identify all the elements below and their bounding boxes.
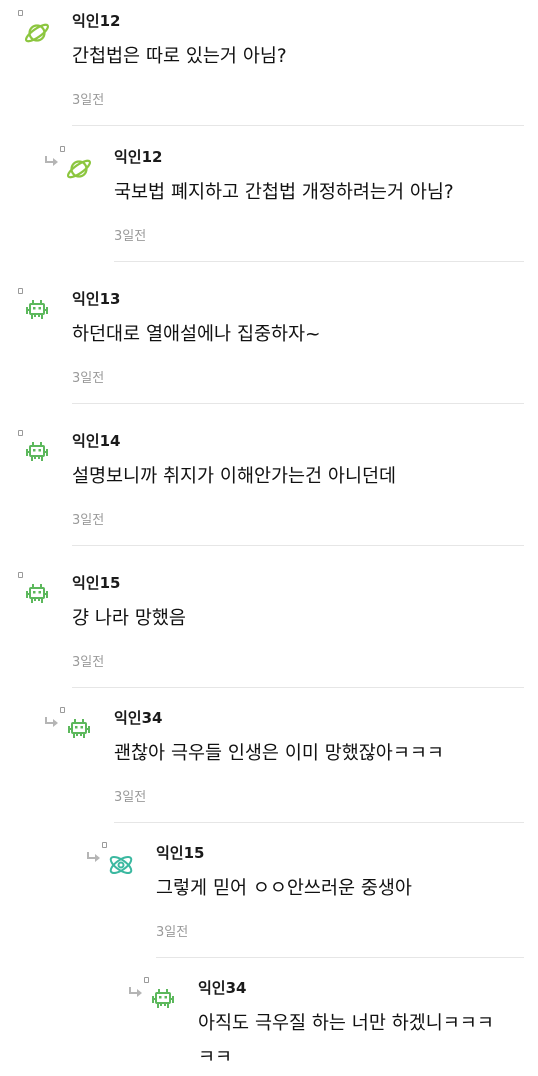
profile-dot-icon: [144, 977, 149, 983]
comment-text-continued: ㅋㅋ: [198, 1047, 233, 1068]
profile-dot-icon: [18, 288, 23, 294]
comment-author[interactable]: 익인15: [156, 842, 204, 863]
reply-arrow-icon: [44, 713, 60, 727]
comment: 익인15 걍 나라 망했음 3일전: [0, 572, 538, 708]
comment-divider: [72, 545, 524, 546]
comment-text: 국보법 폐지하고 간첩법 개정하려는거 아님?: [114, 182, 454, 203]
comment-author[interactable]: 익인12: [72, 10, 120, 31]
comment-author[interactable]: 익인34: [198, 977, 246, 998]
comment-author[interactable]: 익인14: [72, 430, 120, 451]
reply-comment: 익인12 국보법 폐지하고 간첩법 개정하려는거 아님? 3일전: [0, 146, 538, 282]
comment: 익인13 하던대로 열애설에나 집중하자~ 3일전: [0, 288, 538, 424]
comment-thread: 익인12 간첩법은 따로 있는거 아님? 3일전 익인12 국보법 폐지하고 간첩법 개…: [0, 0, 538, 1076]
comment-text: 하던대로 열애설에나 집중하자~: [72, 324, 321, 345]
comment-divider: [114, 822, 524, 823]
comment: 익인14 설명보니까 취지가 이해안가는건 아니던데 3일전: [0, 430, 538, 566]
profile-dot-icon: [60, 146, 65, 152]
comment-timestamp: 3일전: [156, 925, 189, 940]
profile-dot-icon: [18, 430, 23, 436]
comment-divider: [72, 403, 524, 404]
comment-text: 걍 나라 망했음: [72, 608, 186, 629]
comment-divider: [114, 261, 524, 262]
reply-arrow-icon: [86, 848, 102, 862]
space-invader-icon: [22, 296, 52, 326]
comment-timestamp: 3일전: [72, 655, 105, 670]
profile-dot-icon: [18, 572, 23, 578]
comment-text: 간첩법은 따로 있는거 아님?: [72, 46, 287, 67]
comment-timestamp: 3일전: [72, 513, 105, 528]
reply-comment: 익인15 그렇게 믿어 ㅇㅇ안쓰러운 중생아 3일전: [0, 842, 538, 978]
comment-text: 설명보니까 취지가 이해안가는건 아니던데: [72, 466, 397, 487]
space-invader-icon: [64, 715, 94, 745]
comment-text: 괜찮아 극우들 인생은 이미 망했잖아ㅋㅋㅋ: [114, 743, 444, 764]
planet-icon: [22, 18, 52, 48]
reply-arrow-icon: [128, 983, 144, 997]
space-invader-icon: [22, 580, 52, 610]
atom-icon: [106, 850, 136, 880]
comment-text: 아직도 극우질 하는 너만 하겠니ㅋㅋㅋ: [198, 1013, 494, 1034]
comment-text: 그렇게 믿어 ㅇㅇ안쓰러운 중생아: [156, 878, 412, 899]
planet-icon: [64, 154, 94, 184]
comment-timestamp: 3일전: [72, 93, 105, 108]
comment: 익인12 간첩법은 따로 있는거 아님? 3일전: [0, 10, 538, 146]
space-invader-icon: [22, 438, 52, 468]
comment-divider: [156, 957, 524, 958]
profile-dot-icon: [18, 10, 23, 16]
comment-divider: [72, 125, 524, 126]
comment-divider: [72, 687, 524, 688]
comment-author[interactable]: 익인12: [114, 146, 162, 167]
reply-comment: 익인34 아직도 극우질 하는 너만 하겠니ㅋㅋㅋ ㅋㅋ: [0, 977, 538, 1076]
comment-timestamp: 3일전: [72, 371, 105, 386]
reply-arrow-icon: [44, 152, 60, 166]
reply-comment: 익인34 괜찮아 극우들 인생은 이미 망했잖아ㅋㅋㅋ 3일전: [0, 707, 538, 843]
comment-timestamp: 3일전: [114, 790, 147, 805]
profile-dot-icon: [102, 842, 107, 848]
profile-dot-icon: [60, 707, 65, 713]
comment-author[interactable]: 익인15: [72, 572, 120, 593]
comment-timestamp: 3일전: [114, 229, 147, 244]
space-invader-icon: [148, 985, 178, 1015]
comment-author[interactable]: 익인34: [114, 707, 162, 728]
comment-author[interactable]: 익인13: [72, 288, 120, 309]
